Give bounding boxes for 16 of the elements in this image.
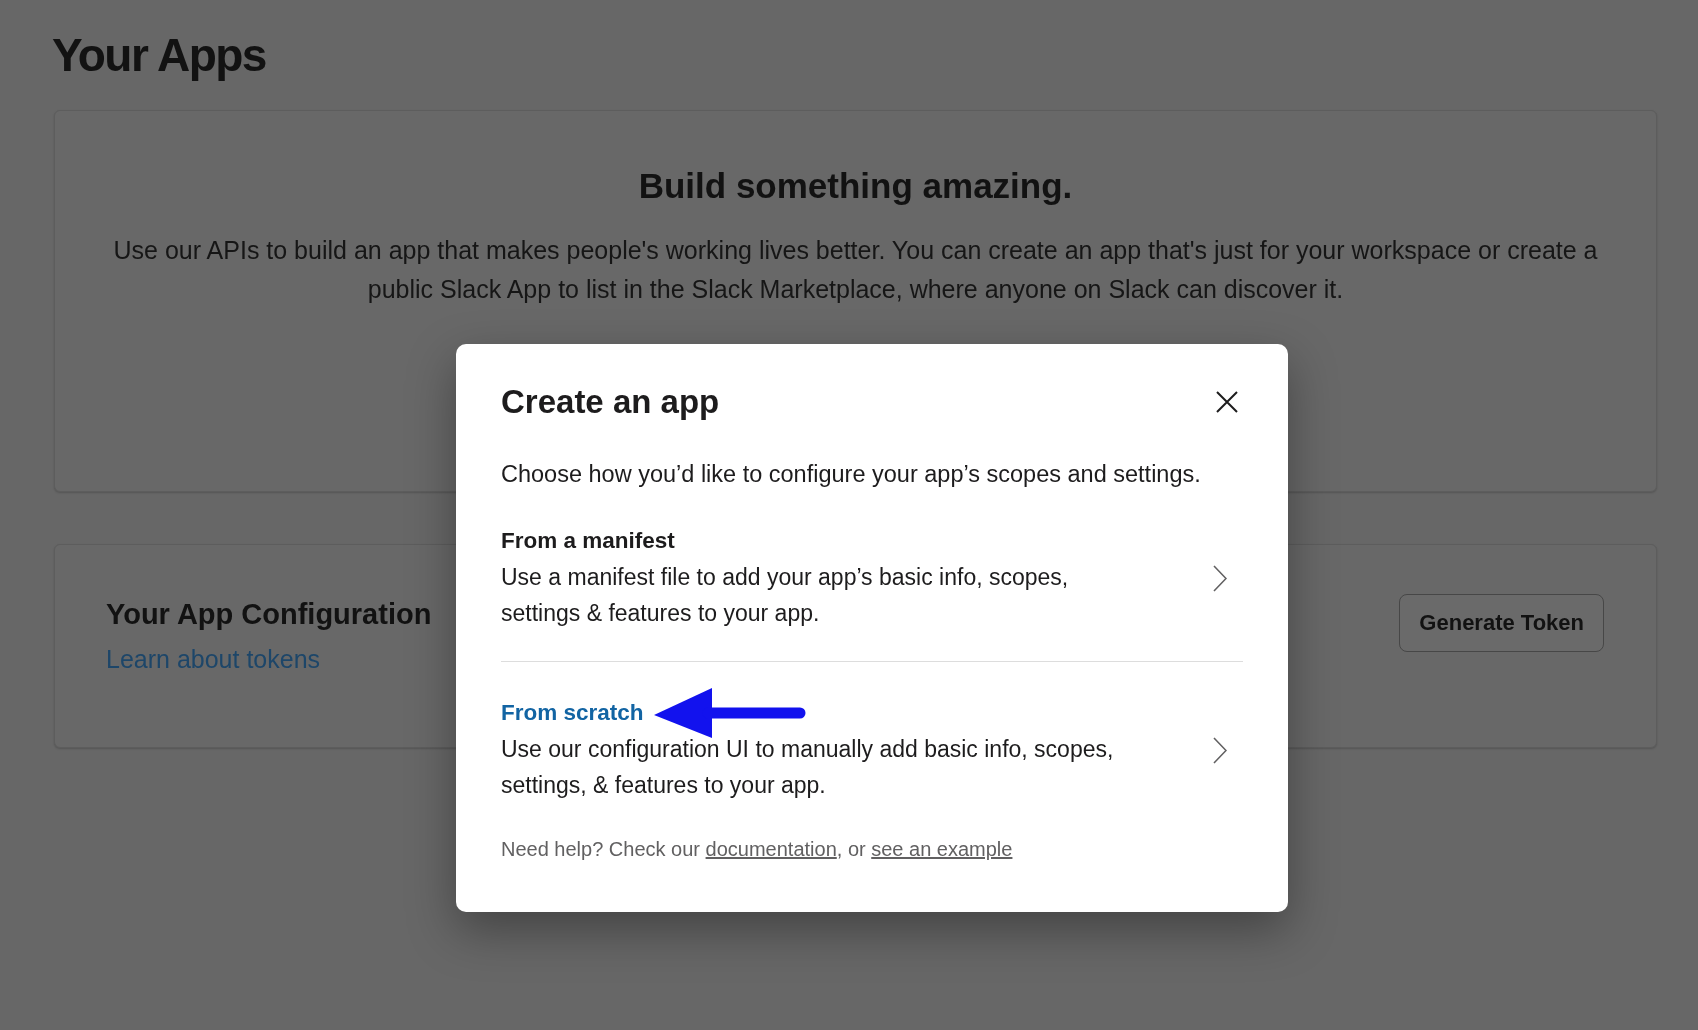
option-description: Use a manifest file to add your app’s basic info, scopes, settings & features to your app. [501, 563, 1070, 628]
token-card-title: Your App Configuration [106, 597, 432, 632]
help-text: Need help? Check our documentation, or see an example [501, 837, 1014, 862]
dialog-title: Create an app [501, 382, 720, 422]
chevron-right-icon[interactable] [1213, 564, 1227, 592]
card-heading: Build something amazing. [638, 165, 1073, 207]
chevron-right-icon[interactable] [1213, 736, 1227, 764]
page-title: Your Apps [52, 28, 266, 83]
option-title[interactable]: From a manifest [501, 525, 675, 557]
dialog-subtitle: Choose how you’d like to configure your app’s scopes and settings. [501, 460, 1202, 489]
help-link[interactable]: documentation [705, 838, 837, 860]
generate-token-button[interactable]: Generate Token [1399, 594, 1604, 652]
option-description: Use our configuration UI to manually add basic info, scopes, settings, & features to your app. [501, 735, 1115, 800]
help-link[interactable]: see an example [871, 838, 1013, 860]
option-title[interactable]: From scratch [501, 697, 644, 729]
card-text: Use our APIs to build an app that makes people's working lives better. You can create an app that's just for your workspace or create a public Slack App to list in the Slack Marketplace, where anyone on Slack can discover it. [112, 235, 1599, 305]
